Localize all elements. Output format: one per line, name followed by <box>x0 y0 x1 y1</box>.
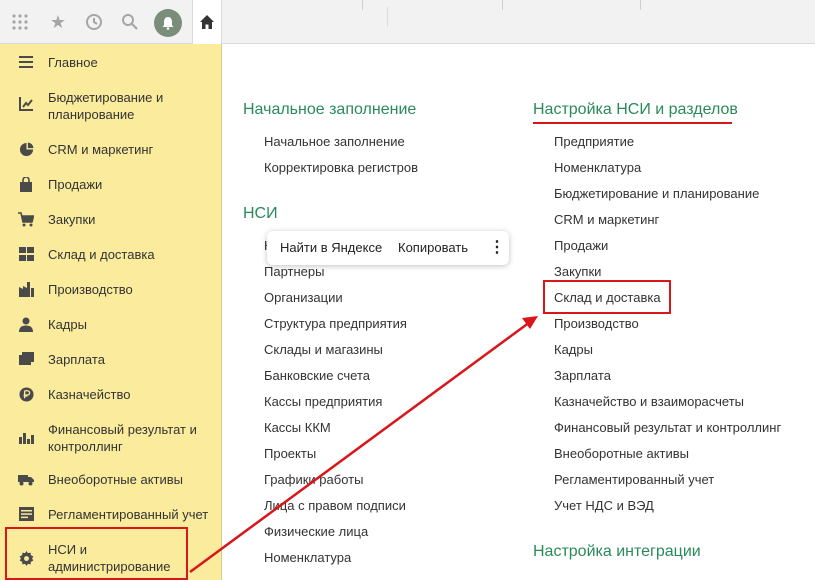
sidebar-item-treasury[interactable]: Казначейство <box>0 383 221 405</box>
link-organizations[interactable]: Организации <box>264 290 343 305</box>
sidebar-item-label: Главное <box>48 55 98 70</box>
truck-icon <box>18 471 34 487</box>
link-settings-vat-fea[interactable]: Учет НДС и ВЭД <box>554 498 654 513</box>
tab-divider <box>502 0 503 10</box>
payroll-icon <box>18 351 34 367</box>
shopping-bag-icon <box>18 176 34 192</box>
document-icon <box>18 506 34 522</box>
link-settings-sales[interactable]: Продажи <box>554 238 608 253</box>
bell-icon[interactable] <box>154 9 182 37</box>
link-individuals[interactable]: Физические лица <box>264 524 368 539</box>
sidebar-item-regulated-accounting[interactable]: Регламентированный учет <box>0 503 221 525</box>
cart-icon <box>18 211 34 227</box>
sidebar-item-label: Склад и доставка <box>48 247 155 262</box>
sidebar-item-label: CRM и маркетинг <box>48 142 154 157</box>
link-warehouses-stores[interactable]: Склады и магазины <box>264 342 383 357</box>
sidebar-item-label: Финансовый результат и контроллинг <box>48 422 197 454</box>
bar-chart-icon <box>18 429 34 445</box>
sidebar: Главное Бюджетирование и планирование CR… <box>0 44 222 580</box>
link-nomenclature[interactable]: Номенклатура <box>264 550 351 565</box>
sidebar-item-sales[interactable]: Продажи <box>0 173 221 195</box>
factory-icon <box>18 281 34 297</box>
link-projects[interactable]: Проекты <box>264 446 316 461</box>
link-signatories[interactable]: Лица с правом подписи <box>264 498 406 513</box>
link-register-correction[interactable]: Корректировка регистров <box>264 160 418 175</box>
sidebar-item-label: Закупки <box>48 212 96 227</box>
sidebar-item-label: Производство <box>48 282 133 297</box>
link-settings-nomenclature[interactable]: Номенклатура <box>554 160 641 175</box>
sidebar-item-label: Продажи <box>48 177 103 192</box>
person-icon <box>18 316 34 332</box>
link-cash-registers[interactable]: Кассы ККМ <box>264 420 331 435</box>
context-menu: Найти в Яндексе Копировать ⋮ <box>267 231 509 265</box>
star-icon[interactable]: ★ <box>44 8 72 36</box>
sidebar-item-warehouse[interactable]: Склад и доставка <box>0 243 221 265</box>
tab-divider <box>640 0 641 10</box>
link-work-schedules[interactable]: Графики работы <box>264 472 363 487</box>
context-menu-divider <box>387 7 388 27</box>
link-bank-accounts[interactable]: Банковские счета <box>264 368 370 383</box>
annotation-box-nsi-admin <box>5 527 188 580</box>
ruble-icon <box>18 386 34 402</box>
sidebar-item-controlling[interactable]: Финансовый результат и контроллинг <box>0 418 221 454</box>
menu-icon <box>18 54 34 70</box>
link-settings-payroll[interactable]: Зарплата <box>554 368 611 383</box>
sidebar-item-label: Регламентированный учет <box>48 507 209 522</box>
link-enterprise[interactable]: Предприятие <box>554 134 634 149</box>
pie-chart-icon <box>18 141 34 157</box>
sidebar-item-main[interactable]: Главное <box>0 51 221 73</box>
link-settings-crm[interactable]: CRM и маркетинг <box>554 212 659 227</box>
home-icon[interactable] <box>192 0 222 44</box>
link-settings-production[interactable]: Производство <box>554 316 639 331</box>
section-title-nsi: НСИ <box>243 205 278 222</box>
link-initial-fill[interactable]: Начальное заполнение <box>264 134 405 149</box>
copy-menu-item[interactable]: Копировать <box>398 240 468 255</box>
link-settings-fixed-assets[interactable]: Внеоборотные активы <box>554 446 689 461</box>
warehouse-icon <box>18 246 34 262</box>
section-title-nsi-settings: Настройка НСИ и разделов <box>533 101 738 118</box>
sidebar-item-label: Казначейство <box>48 387 131 402</box>
link-settings-hr[interactable]: Кадры <box>554 342 593 357</box>
sidebar-item-hr[interactable]: Кадры <box>0 313 221 335</box>
sidebar-item-payroll[interactable]: Зарплата <box>0 348 221 370</box>
link-settings-controlling[interactable]: Финансовый результат и контроллинг <box>554 420 781 435</box>
annotation-box-warehouse-delivery <box>543 280 671 314</box>
annotation-underline <box>533 122 732 124</box>
link-settings-budgeting[interactable]: Бюджетирование и планирование <box>554 186 759 201</box>
budget-icon <box>18 96 34 112</box>
section-title-initial-fill: Начальное заполнение <box>243 101 417 118</box>
sidebar-item-label: Внеоборотные активы <box>48 472 184 487</box>
sidebar-item-production[interactable]: Производство <box>0 278 221 300</box>
sidebar-item-fixed-assets[interactable]: Внеоборотные активы <box>0 468 221 490</box>
sidebar-item-label: Бюджетирование и планирование <box>48 90 164 122</box>
grid-icon[interactable] <box>6 8 34 36</box>
link-partners[interactable]: Партнеры <box>264 264 324 279</box>
link-settings-treasury[interactable]: Казначейство и взаиморасчеты <box>554 394 744 409</box>
link-enterprise-structure[interactable]: Структура предприятия <box>264 316 407 331</box>
sidebar-item-purchases[interactable]: Закупки <box>0 208 221 230</box>
link-settings-regulated-accounting[interactable]: Регламентированный учет <box>554 472 714 487</box>
sidebar-item-crm[interactable]: CRM и маркетинг <box>0 138 221 160</box>
sidebar-item-budgeting[interactable]: Бюджетирование и планирование <box>0 88 221 124</box>
search-icon[interactable] <box>116 8 144 36</box>
tab-divider <box>362 0 363 10</box>
section-title-integration: Настройка интеграции <box>533 543 701 560</box>
link-cash-desks[interactable]: Кассы предприятия <box>264 394 382 409</box>
top-toolbar: ★ <box>0 0 815 44</box>
history-icon[interactable] <box>80 8 108 36</box>
search-yandex-menu-item[interactable]: Найти в Яндексе <box>280 240 382 255</box>
link-settings-purchases[interactable]: Закупки <box>554 264 601 279</box>
sidebar-item-label: Зарплата <box>48 352 105 367</box>
sidebar-item-label: Кадры <box>48 317 87 332</box>
more-vertical-icon[interactable]: ⋮ <box>489 237 505 257</box>
